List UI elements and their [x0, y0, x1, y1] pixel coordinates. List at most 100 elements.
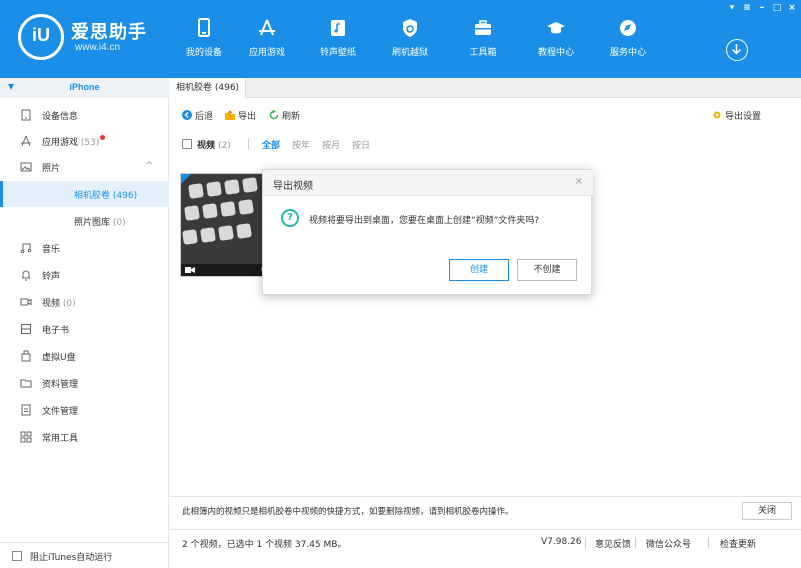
footer-note-bar: 此相簿内的视频只是相机胶卷中视频的快捷方式，如要删除视频，请到相机胶卷内操作。 … — [170, 496, 801, 522]
filter-bar: 视频 (2) 全部 按年 按月 按日 — [170, 136, 801, 152]
sidebar-item-photos[interactable]: 照片 ^ — [0, 154, 169, 180]
toolbar: 后退 导出 刷新 导出设置 — [170, 107, 801, 125]
app-store-icon — [259, 19, 275, 36]
selection-status: 2 个视频，已选中 1 个视频 37.45 MB。 — [182, 540, 347, 550]
nav-toolbox[interactable]: 工具箱 — [451, 17, 515, 69]
divider — [708, 537, 709, 548]
gear-icon — [713, 111, 721, 119]
back-button[interactable]: 后退 — [182, 109, 213, 122]
grid-icon — [20, 431, 32, 443]
sidebar: ▼ iPhone 设备信息 应用游戏 (53) 照片 ^ 相机胶卷 (496) … — [0, 78, 169, 568]
status-bar: 2 个视频，已选中 1 个视频 37.45 MB。 V7.98.26 意见反馈 … — [170, 529, 801, 568]
main-panel: 相机胶卷 (496) 后退 导出 刷新 导出设置 视频 (2) 全部 按年 按月… — [170, 78, 801, 568]
window-controls: ▾ ≡ – □ × — [727, 3, 797, 15]
sidebar-item-videos[interactable]: 视频 (0) — [0, 289, 169, 315]
device-header[interactable]: ▼ iPhone — [0, 78, 169, 98]
video-icon — [20, 298, 32, 306]
close-button[interactable]: 关闭 — [742, 502, 792, 520]
download-arrow-icon — [731, 44, 742, 55]
app-title: 爱思助手 — [71, 22, 147, 43]
logo-mark: iU — [18, 14, 64, 60]
folder-icon — [20, 379, 32, 388]
compass-icon — [620, 20, 636, 36]
app-logo: iU 爱思助手 www.i4.cn — [18, 14, 168, 60]
app-url: www.i4.cn — [75, 42, 121, 53]
sidebar-item-file-management[interactable]: 文件管理 — [0, 397, 169, 423]
nav-apps-games[interactable]: 应用游戏 — [235, 17, 299, 69]
nav-service-center[interactable]: 服务中心 — [596, 17, 660, 69]
photo-icon — [20, 162, 32, 172]
nav-my-device[interactable]: 我的设备 — [172, 17, 236, 69]
dialog-title-bar: 导出视频 × — [263, 170, 593, 196]
filter-all[interactable]: 全部 — [262, 138, 280, 151]
shield-icon — [403, 19, 417, 37]
wechat-link[interactable]: 微信公众号 — [646, 537, 691, 550]
video-thumbnail[interactable]: 0 — [180, 173, 272, 277]
sidebar-item-data-management[interactable]: 资料管理 — [0, 370, 169, 396]
skin-icon[interactable]: ▾ — [727, 3, 737, 13]
sidebar-item-common-tools[interactable]: 常用工具 — [0, 424, 169, 450]
usb-drive-icon — [21, 350, 31, 362]
phone-icon — [198, 18, 210, 37]
dialog-close-icon[interactable]: × — [575, 176, 583, 187]
footer-note: 此相簿内的视频只是相机胶卷中视频的快捷方式，如要删除视频，请到相机胶卷内操作。 — [182, 507, 514, 517]
bell-icon — [22, 270, 30, 281]
sidebar-item-device-info[interactable]: 设备信息 — [0, 102, 169, 128]
divider — [585, 537, 586, 548]
filter-by-day[interactable]: 按日 — [352, 138, 370, 151]
music-note-icon — [331, 20, 345, 36]
dialog-title: 导出视频 — [273, 181, 313, 192]
divider — [248, 138, 249, 150]
chevron-up-icon[interactable]: ^ — [145, 161, 153, 171]
export-folder-icon — [225, 110, 235, 120]
nav-ringtones-wallpapers[interactable]: 铃声壁纸 — [306, 17, 370, 69]
sidebar-item-apps[interactable]: 应用游戏 (53) — [0, 128, 169, 154]
feedback-link[interactable]: 意见反馈 — [595, 537, 631, 550]
graduation-cap-icon — [547, 22, 565, 34]
tab-bar: 相机胶卷 (496) — [170, 78, 801, 98]
create-folder-button[interactable]: 创建 — [449, 259, 509, 281]
question-icon: ? — [281, 209, 299, 227]
tab-camera-roll[interactable]: 相机胶卷 (496) — [170, 78, 247, 98]
thumbnail-info-bar: 0 — [181, 264, 271, 276]
block-itunes-checkbox[interactable] — [12, 551, 22, 561]
thumbnail-selected-marker — [181, 174, 191, 184]
top-bar: iU 爱思助手 www.i4.cn 我的设备 应用游戏 铃声壁纸 刷机越狱 工具… — [0, 0, 801, 78]
music-icon — [20, 243, 32, 254]
apps-icon — [21, 135, 31, 147]
update-badge — [100, 135, 106, 140]
ebook-icon — [21, 324, 31, 334]
export-button[interactable]: 导出 — [225, 109, 256, 122]
sidebar-item-music[interactable]: 音乐 — [0, 235, 169, 261]
nav-flash-jailbreak[interactable]: 刷机越狱 — [378, 17, 442, 69]
dont-create-button[interactable]: 不创建 — [517, 259, 577, 281]
minimize-icon[interactable]: – — [757, 3, 767, 13]
dialog-message: 视频将要导出到桌面，您要在桌面上创建“视频”文件夹吗? — [309, 216, 540, 226]
toolbox-icon — [475, 20, 491, 35]
block-itunes-option: 阻止iTunes自动运行 — [0, 542, 169, 568]
nav-tutorials[interactable]: 教程中心 — [524, 17, 588, 69]
select-all-checkbox[interactable] — [182, 139, 192, 149]
device-name: iPhone — [69, 82, 100, 92]
refresh-icon — [269, 110, 279, 120]
sidebar-item-ebooks[interactable]: 电子书 — [0, 316, 169, 342]
video-camera-icon — [185, 267, 195, 273]
back-arrow-icon — [182, 110, 192, 120]
filter-by-month[interactable]: 按月 — [322, 138, 340, 151]
sidebar-item-photo-library[interactable]: 照片图库 (0) — [0, 208, 169, 234]
sidebar-item-ringtones[interactable]: 铃声 — [0, 262, 169, 288]
menu-icon[interactable]: ≡ — [742, 3, 752, 13]
device-info-icon — [21, 109, 31, 121]
close-icon[interactable]: × — [787, 3, 797, 13]
maximize-icon[interactable]: □ — [772, 3, 782, 13]
file-icon — [21, 404, 31, 416]
check-update-link[interactable]: 检查更新 — [720, 537, 756, 550]
download-button[interactable] — [726, 39, 748, 61]
sidebar-item-virtual-usb[interactable]: 虚拟U盘 — [0, 343, 169, 369]
export-video-dialog: 导出视频 × ? 视频将要导出到桌面，您要在桌面上创建“视频”文件夹吗? 创建 … — [262, 169, 593, 295]
export-settings-button[interactable]: 导出设置 — [712, 109, 761, 122]
filter-by-year[interactable]: 按年 — [292, 138, 310, 151]
version-label: V7.98.26 — [541, 537, 582, 547]
sidebar-item-camera-roll[interactable]: 相机胶卷 (496) — [0, 181, 169, 207]
refresh-button[interactable]: 刷新 — [269, 109, 300, 122]
